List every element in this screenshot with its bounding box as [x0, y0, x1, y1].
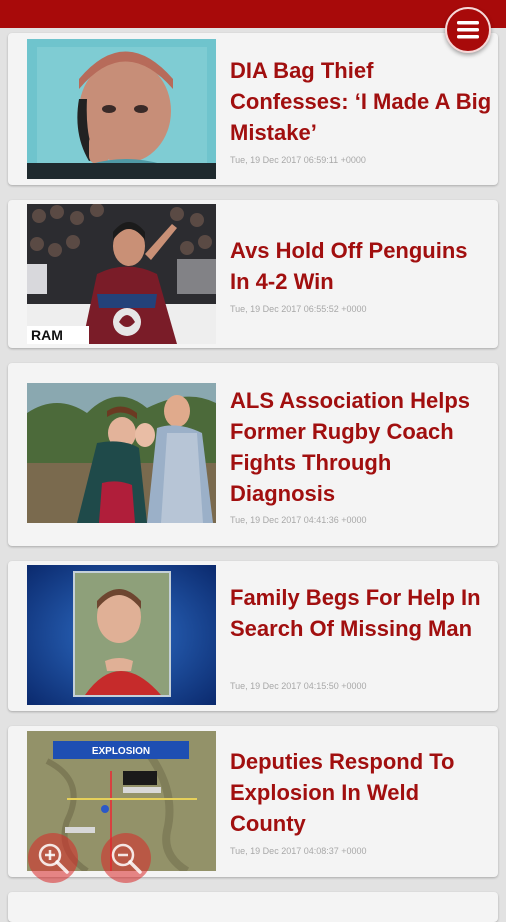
article-card[interactable]: RAM Avs Hold Off Penguins In 4-2 Win Tue…	[8, 200, 498, 348]
article-headline[interactable]: Avs Hold Off Penguins In 4-2 Win	[230, 235, 492, 297]
article-card[interactable]: DIA Bag Thief Confesses: ‘I Made A Big M…	[8, 33, 498, 185]
article-date: Tue, 19 Dec 2017 04:08:37 +0000	[230, 846, 367, 856]
article-date: Tue, 19 Dec 2017 06:59:11 +0000	[230, 155, 366, 165]
article-headline[interactable]: DIA Bag Thief Confesses: ‘I Made A Big M…	[230, 55, 492, 148]
zoom-in-icon	[38, 843, 69, 874]
article-headline[interactable]: Deputies Respond To Explosion In Weld Co…	[230, 746, 492, 839]
article-headline[interactable]: ALS Association Helps Former Rugby Coach…	[230, 385, 492, 509]
menu-button[interactable]	[445, 7, 491, 53]
hamburger-menu-icon	[457, 21, 479, 39]
zoom-out-icon	[111, 843, 142, 874]
article-thumbnail[interactable]	[27, 565, 216, 705]
zoom-in-button[interactable]	[28, 833, 78, 883]
article-headline[interactable]: Family Begs For Help In Search Of Missin…	[230, 582, 492, 644]
article-date: Tue, 19 Dec 2017 04:15:50 +0000	[230, 681, 367, 691]
arena-board-text: RAM	[31, 327, 63, 343]
article-date: Tue, 19 Dec 2017 04:41:36 +0000	[230, 515, 367, 525]
article-card[interactable]	[8, 892, 498, 922]
article-thumbnail[interactable]	[27, 39, 216, 179]
article-date: Tue, 19 Dec 2017 06:55:52 +0000	[230, 304, 367, 314]
top-app-bar	[0, 0, 506, 28]
article-card[interactable]: Family Begs For Help In Search Of Missin…	[8, 561, 498, 711]
article-thumbnail[interactable]	[27, 383, 216, 523]
article-thumbnail[interactable]: RAM	[27, 204, 216, 344]
news-feed: DIA Bag Thief Confesses: ‘I Made A Big M…	[0, 0, 506, 922]
zoom-out-button[interactable]	[101, 833, 151, 883]
article-card[interactable]: ALS Association Helps Former Rugby Coach…	[8, 363, 498, 546]
explosion-map-label: EXPLOSION	[92, 746, 150, 757]
article-card[interactable]: EXPLOSION Deputies Respond To Explosion …	[8, 726, 498, 877]
